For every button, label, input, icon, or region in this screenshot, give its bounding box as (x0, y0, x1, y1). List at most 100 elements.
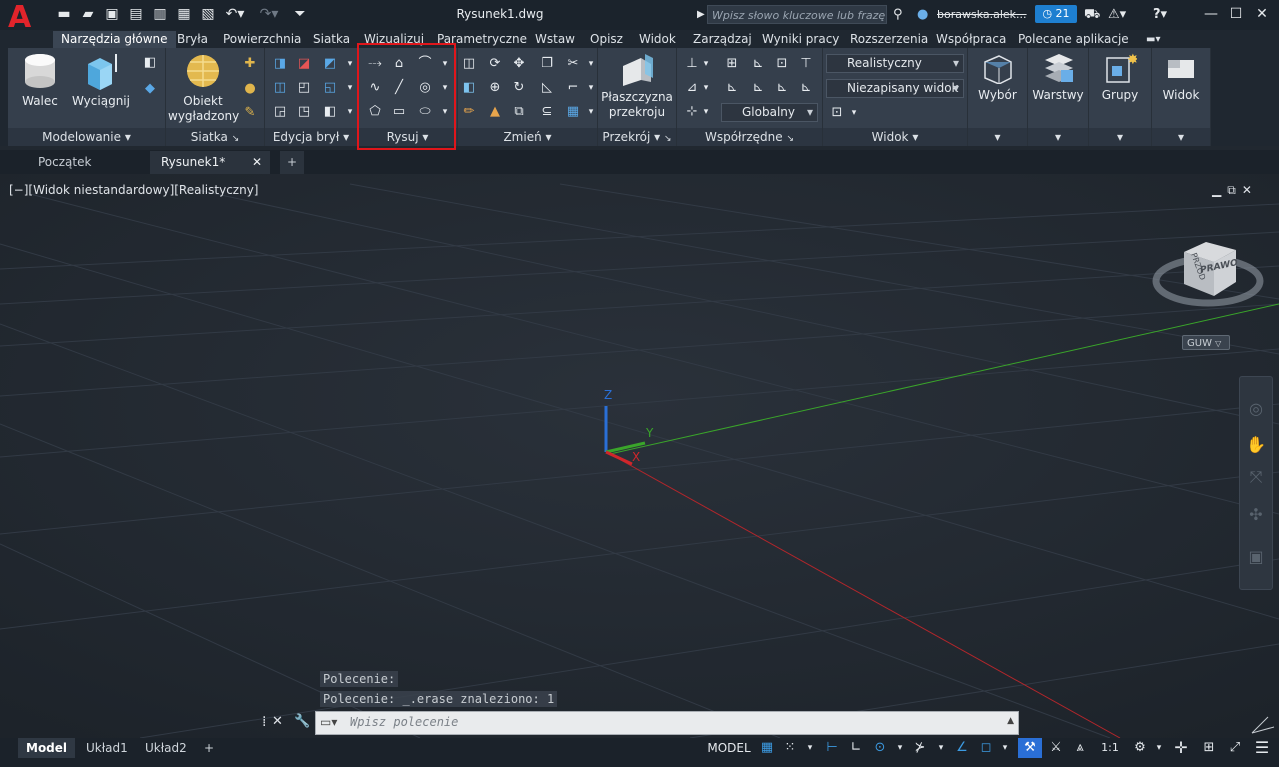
file-tab-poczatek[interactable]: Początek (8, 151, 148, 174)
offset-icon[interactable]: ⊆ (538, 103, 556, 121)
minimize-icon[interactable]: — (1199, 4, 1223, 24)
ucs-x-icon[interactable]: ⊾ (773, 79, 791, 97)
mesh-refine-icon[interactable]: ✎ (241, 104, 259, 122)
solid-history-icon[interactable]: ◩ (321, 55, 339, 73)
new-layout-button[interactable]: + (196, 738, 222, 758)
dropdown-arrow-icon[interactable]: ▾ (341, 79, 359, 97)
tab-parametryczne[interactable]: Parametryczne (437, 31, 527, 48)
search-icon[interactable]: ⚲ (893, 7, 903, 23)
circle-icon[interactable]: ◎ (416, 79, 434, 97)
obiekt-wygladzony-button[interactable]: Obiekt wygładzony (168, 52, 239, 124)
ucs-world-icon[interactable]: ⊾ (749, 55, 767, 73)
named-view-dropdown[interactable]: Niezapisany widok (826, 79, 964, 98)
interfere-icon[interactable]: ◰ (295, 79, 313, 97)
union-icon[interactable]: ◨ (271, 55, 289, 73)
mesh-smooth-more-icon[interactable]: ✚ (241, 55, 259, 73)
panel-label-zmien[interactable]: Zmień ▾ (458, 128, 597, 146)
visual-style-dropdown[interactable]: Realistyczny (826, 54, 964, 73)
copy-icon[interactable]: ❐ (538, 55, 556, 73)
tab-polecane-aplikacje[interactable]: Polecane aplikacje (1018, 31, 1129, 48)
workspace-gear-icon[interactable]: ⚙ (1130, 738, 1150, 758)
vp-close-icon[interactable]: ✕ (1242, 183, 1258, 197)
tab-widok[interactable]: Widok (639, 31, 676, 48)
tab-opisz[interactable]: Opisz (590, 31, 623, 48)
tab-bryla[interactable]: Bryła (177, 31, 208, 48)
open-folder-icon[interactable]: ▰ (80, 6, 96, 22)
autodesk-account-icon[interactable]: ⚠▾ (1108, 7, 1126, 23)
dialog-launcher-icon[interactable]: ↘ (232, 134, 240, 144)
grupy-button[interactable]: ✸ Grupy (1091, 52, 1149, 103)
ribbon-toggle-icon[interactable]: ▬▾ (1146, 31, 1160, 48)
tab-wspolpraca[interactable]: Współpraca (936, 31, 1006, 48)
help-icon[interactable]: ?▾ (1153, 7, 1167, 23)
tab-siatka[interactable]: Siatka (313, 31, 350, 48)
layout-tab-uklad1[interactable]: Układ1 (78, 738, 136, 758)
dropdown-arrow-icon[interactable]: ▾ (436, 55, 454, 73)
ucs-dropdown[interactable]: Globalny (721, 103, 818, 122)
explode-icon[interactable]: ▲ (486, 103, 504, 121)
wybor-button[interactable]: Wybór (970, 52, 1025, 103)
print-icon[interactable]: ▧ (200, 6, 216, 22)
command-close-icon[interactable]: ✕ (272, 714, 283, 729)
mesh-smooth-less-icon[interactable]: ● (241, 80, 259, 98)
grid-display-icon[interactable]: ▦ (757, 738, 777, 758)
dropdown-arrow-icon[interactable]: ▾ (697, 103, 715, 121)
object-snap-icon[interactable]: ◻ (976, 738, 996, 758)
subtract-icon[interactable]: ◪ (295, 55, 313, 73)
quick-access-menu-icon[interactable]: ⏷ (292, 6, 308, 22)
new-file-icon[interactable]: ▬ (56, 6, 72, 22)
notification-badge[interactable]: ◷ 21 (1035, 5, 1077, 23)
model-space-button[interactable]: MODEL (705, 738, 753, 758)
osnap-dropdown-icon[interactable]: ▾ (998, 738, 1012, 758)
user-name[interactable]: borawska.alek... (937, 8, 1027, 21)
dropdown-arrow-icon[interactable]: ▾ (341, 55, 359, 73)
command-input[interactable]: ▭▾ Wpisz polecenie ▲ (315, 711, 1019, 735)
save-icon[interactable]: ▣ (104, 6, 120, 22)
undo-icon[interactable]: ↶▾ (224, 6, 246, 22)
autocad-logo-icon[interactable]: A (8, 3, 42, 33)
cart-icon[interactable]: ⛟ (1084, 7, 1100, 23)
save-web-icon[interactable]: ▦ (176, 6, 192, 22)
isodraft-dropdown-icon[interactable]: ▾ (934, 738, 948, 758)
rectangle-icon[interactable]: ▭ (390, 103, 408, 121)
vp-restore-icon[interactable]: ⧉ (1227, 183, 1242, 197)
layout-tab-model[interactable]: Model (18, 738, 76, 758)
fillet-edge-icon[interactable]: ◲ (271, 103, 289, 121)
pan-icon[interactable]: ✋ (1246, 435, 1266, 455)
panel-label-przekroj[interactable]: Przekrój ▾ ↘ (598, 128, 676, 146)
command-customize-icon[interactable]: 🔧 (294, 714, 310, 729)
annotation-autoscale-icon[interactable]: ⚔ (1046, 738, 1066, 758)
command-prompt-icon[interactable]: ▭▾ (320, 715, 337, 729)
dropdown-arrow-icon[interactable]: ▾ (341, 103, 359, 121)
viewport-label[interactable]: [−][Widok niestandardowy][Realistyczny] (9, 183, 258, 197)
dialog-launcher-icon[interactable]: ↘ (664, 134, 672, 144)
command-history-toggle-icon[interactable]: ▲ (1007, 716, 1014, 726)
tab-powierzchnia[interactable]: Powierzchnia (223, 31, 301, 48)
units-icon[interactable]: ⊞ (1198, 738, 1220, 758)
walec-button[interactable]: Walec (12, 52, 68, 109)
panel-label-edycja-bryl[interactable]: Edycja brył ▾ (265, 128, 357, 146)
snap-dropdown-icon[interactable]: ▾ (802, 738, 818, 758)
3d-array-icon[interactable]: ⊕ (486, 79, 504, 97)
polar-tracking-icon[interactable]: ⊙ (870, 738, 890, 758)
open-web-icon[interactable]: ▥ (152, 6, 168, 22)
zoom-icon[interactable]: ⤧ (1246, 467, 1266, 487)
viewport-config-icon[interactable]: ⊡ (828, 104, 846, 122)
ucs-named-icon[interactable]: ⊞ (723, 55, 741, 73)
polysolid-icon[interactable]: ◆ (141, 80, 159, 98)
object-snap-tracking-icon[interactable]: ∠ (952, 738, 972, 758)
tab-wizualizuj[interactable]: Wizualizuj (364, 31, 424, 48)
rotate-icon[interactable]: ↻ (510, 79, 528, 97)
polygon-icon[interactable]: ⬠ (366, 103, 384, 121)
annotation-visibility-icon[interactable]: ⚒ (1018, 738, 1042, 758)
panel-label-widok[interactable]: Widok ▾ (823, 128, 967, 146)
slice-icon[interactable]: ◱ (321, 79, 339, 97)
tab-zarzadzaj[interactable]: Zarządzaj (693, 31, 752, 48)
wyciagnij-button[interactable]: Wyciągnij (70, 52, 132, 109)
save-as-icon[interactable]: ▤ (128, 6, 144, 22)
stretch-icon[interactable]: ◺ (538, 79, 556, 97)
dropdown-arrow-icon[interactable]: ▾ (697, 55, 715, 73)
polysolid-draw-icon[interactable]: ⌂ (390, 55, 408, 73)
ucs-view-icon[interactable]: ⊾ (749, 79, 767, 97)
user-icon[interactable]: ● (917, 7, 928, 23)
